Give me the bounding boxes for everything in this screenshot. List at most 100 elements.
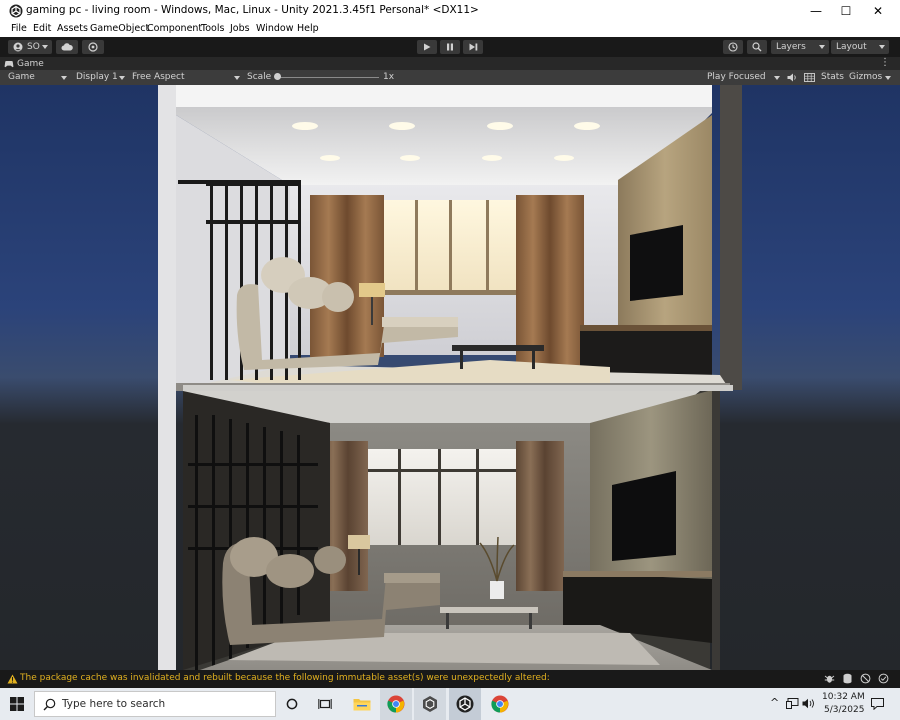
game-tab-bar: Game ⋮ <box>0 57 900 70</box>
chevron-down-icon <box>885 76 891 80</box>
tray-chevron-up-icon[interactable]: ^ <box>770 696 779 709</box>
chrome-icon <box>387 695 405 713</box>
menu-file[interactable]: File <box>11 23 27 34</box>
search-icon <box>752 42 762 52</box>
network-icon[interactable] <box>860 673 871 684</box>
game-view-dropdown[interactable]: Game <box>8 72 35 82</box>
menu-bar: File Edit Assets GameObject Component To… <box>0 22 900 38</box>
window-titlebar[interactable]: gaming pc - living room - Windows, Mac, … <box>0 0 900 22</box>
taskbar-chrome[interactable] <box>380 688 412 720</box>
play-icon <box>424 43 431 51</box>
tab-game-label: Game <box>17 59 44 69</box>
grid-icon[interactable] <box>804 73 815 82</box>
more-options-icon[interactable]: ⋮ <box>880 57 890 68</box>
console-message: The package cache was invalidated and re… <box>20 673 550 683</box>
search-icon <box>43 698 56 711</box>
console-status-bar[interactable]: The package cache was invalidated and re… <box>0 670 900 688</box>
close-icon: ✕ <box>872 4 884 18</box>
window-title: gaming pc - living room - Windows, Mac, … <box>26 4 479 16</box>
menu-help[interactable]: Help <box>297 23 319 34</box>
pause-button[interactable] <box>440 40 460 54</box>
layers-label: Layers <box>776 42 806 52</box>
menu-gameobject[interactable]: GameObject <box>90 23 149 34</box>
scale-slider-handle[interactable] <box>274 73 281 80</box>
account-icon <box>13 42 23 52</box>
speaker-icon[interactable] <box>787 73 797 82</box>
pause-icon <box>447 43 453 51</box>
cloud-button[interactable] <box>56 40 78 54</box>
main-toolbar: SO Layers Layout <box>0 37 900 57</box>
taskbar-file-explorer[interactable] <box>346 688 378 720</box>
menu-component[interactable]: Component <box>147 23 202 34</box>
game-controller-icon <box>4 61 14 68</box>
menu-tools[interactable]: Tools <box>201 23 224 34</box>
windows-taskbar: Type here to search ^ 10:32 AM 5/3/2025 <box>0 688 900 720</box>
cloud-icon <box>61 43 73 51</box>
menu-assets[interactable]: Assets <box>57 23 88 34</box>
play-focused-dropdown[interactable]: Play Focused <box>707 72 766 82</box>
game-view-toolbar: Game Display 1 Free Aspect Scale 1x Play… <box>0 70 900 85</box>
scale-slider-track[interactable] <box>277 77 379 78</box>
layout-dropdown[interactable]: Layout <box>831 40 889 54</box>
unity-editor-icon <box>456 695 474 713</box>
stats-button[interactable]: Stats <box>821 72 844 82</box>
warning-icon <box>7 674 18 684</box>
aspect-dropdown[interactable]: Free Aspect <box>132 72 185 82</box>
display-dropdown[interactable]: Display 1 <box>76 72 118 82</box>
play-button[interactable] <box>417 40 437 54</box>
menu-edit[interactable]: Edit <box>33 23 51 34</box>
step-button[interactable] <box>463 40 483 54</box>
task-view-button[interactable] <box>309 688 341 720</box>
network-icon[interactable] <box>786 698 799 709</box>
gizmos-dropdown[interactable]: Gizmos <box>849 72 882 82</box>
layout-label: Layout <box>836 42 867 52</box>
scale-value: 1x <box>383 72 395 82</box>
layers-dropdown[interactable]: Layers <box>771 40 829 54</box>
unity-logo-icon <box>9 4 23 18</box>
volume-icon[interactable] <box>802 698 815 709</box>
chevron-down-icon <box>774 76 780 80</box>
taskbar-search-placeholder: Type here to search <box>62 698 166 710</box>
cortana-icon <box>286 698 298 710</box>
chevron-down-icon <box>234 76 240 80</box>
notifications-icon[interactable] <box>871 698 884 710</box>
cache-server-icon[interactable] <box>842 673 853 684</box>
history-button[interactable] <box>723 40 743 54</box>
chevron-down-icon <box>42 45 48 49</box>
maximize-button[interactable]: ☐ <box>830 0 862 22</box>
start-button[interactable] <box>0 688 34 720</box>
taskbar-chrome-2[interactable] <box>484 688 516 720</box>
taskbar-search-box[interactable]: Type here to search <box>34 691 276 717</box>
chevron-down-icon <box>61 76 67 80</box>
debug-bug-icon[interactable] <box>824 673 835 684</box>
account-label: SO <box>27 42 40 52</box>
history-icon <box>728 42 738 52</box>
collab-button[interactable] <box>82 40 104 54</box>
minimize-button[interactable]: — <box>800 0 832 22</box>
minimize-icon: — <box>810 4 822 18</box>
taskbar-unity-editor[interactable] <box>449 688 481 720</box>
chevron-down-icon <box>879 45 885 49</box>
windows-logo-icon <box>10 697 24 711</box>
chrome-icon <box>491 695 509 713</box>
menu-window[interactable]: Window <box>256 23 293 34</box>
maximize-icon: ☐ <box>840 4 852 18</box>
game-viewport[interactable] <box>0 85 900 670</box>
task-view-icon <box>318 699 332 709</box>
folder-icon <box>353 699 371 711</box>
tab-game[interactable]: Game <box>4 58 44 70</box>
step-icon <box>469 43 477 51</box>
living-room-render <box>158 85 742 670</box>
chevron-down-icon <box>119 76 125 80</box>
cortana-button[interactable] <box>276 688 308 720</box>
account-dropdown[interactable]: SO <box>8 40 52 54</box>
status-check-icon[interactable] <box>878 673 889 684</box>
close-button[interactable]: ✕ <box>862 0 894 22</box>
menu-jobs[interactable]: Jobs <box>230 23 250 34</box>
tray-time[interactable]: 10:32 AM <box>822 692 865 702</box>
tray-date[interactable]: 5/3/2025 <box>824 705 864 715</box>
search-button[interactable] <box>747 40 767 54</box>
taskbar-unity-hub[interactable] <box>414 688 446 720</box>
chevron-down-icon <box>819 45 825 49</box>
scale-label: Scale <box>247 72 272 82</box>
